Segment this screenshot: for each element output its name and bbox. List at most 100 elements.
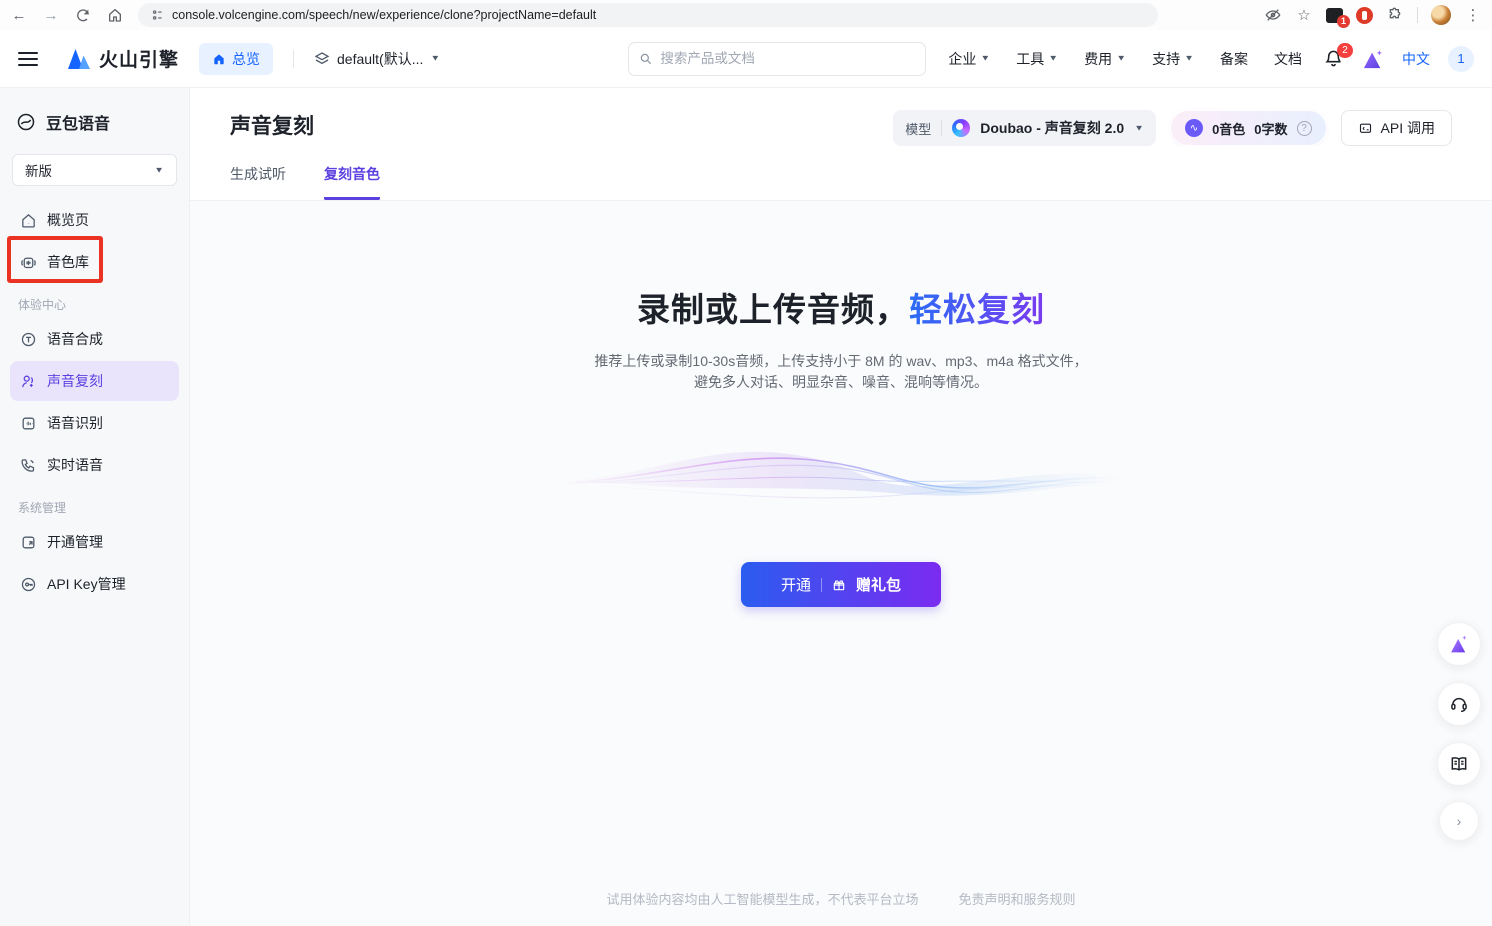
nav-link-record[interactable]: 备案: [1220, 49, 1248, 69]
bookmark-star-icon[interactable]: ☆: [1295, 6, 1313, 24]
page-title: 声音复刻: [230, 110, 314, 140]
api-call-button[interactable]: API 调用: [1341, 110, 1452, 146]
sidebar-item-voice-clone[interactable]: 声音复刻: [10, 361, 179, 401]
ai-assistant-icon[interactable]: [1362, 49, 1384, 69]
version-selector[interactable]: 新版 ▼: [12, 154, 177, 186]
model-label: 模型: [905, 119, 931, 138]
hero-title-accent: 轻松复刻: [909, 291, 1045, 328]
nav-link-billing[interactable]: 费用▼: [1084, 49, 1126, 69]
project-layers-icon: [314, 51, 330, 67]
overview-home-icon: [212, 52, 226, 66]
quota-chars: 0字数: [1254, 119, 1287, 138]
overview-button[interactable]: 总览: [199, 43, 273, 75]
notification-badge: 2: [1337, 43, 1353, 58]
model-divider: [941, 120, 942, 136]
floating-docs-button[interactable]: [1437, 742, 1481, 786]
model-value: Doubao - 声音复刻 2.0: [980, 118, 1124, 138]
address-bar[interactable]: console.volcengine.com/speech/new/experi…: [138, 3, 1158, 27]
main-area: 声音复刻 模型 Doubao - 声音复刻 2.0 ▼ ∿ 0音色 0字数 ?: [190, 88, 1492, 926]
sidebar-section-system: 系统管理: [18, 499, 189, 516]
open-book-icon: [1449, 754, 1469, 774]
sidebar-item-api-key[interactable]: API Key管理: [10, 564, 179, 604]
nav-link-support[interactable]: 支持▼: [1152, 49, 1194, 69]
doubao-voice-icon: [16, 112, 36, 132]
waveform-graphic: [561, 429, 1121, 524]
sidebar-item-voice-library[interactable]: 音色库: [10, 242, 179, 282]
headset-icon: [1449, 694, 1469, 714]
sidebar-item-tts[interactable]: 语音合成: [10, 319, 179, 359]
volcengine-logo[interactable]: 火山引擎: [66, 45, 179, 72]
nav-link-enterprise[interactable]: 企业▼: [948, 49, 990, 69]
page-header: 声音复刻 模型 Doubao - 声音复刻 2.0 ▼ ∿ 0音色 0字数 ?: [190, 88, 1492, 146]
back-icon[interactable]: ←: [10, 6, 28, 24]
toolbar-divider: [1417, 7, 1418, 23]
browser-profile-avatar[interactable]: [1431, 5, 1451, 25]
quota-wave-icon: ∿: [1185, 119, 1203, 137]
activate-button[interactable]: 开通 赠礼包: [741, 562, 941, 607]
footer-terms-link[interactable]: 免责声明和服务规则: [959, 892, 1076, 907]
search-box[interactable]: [628, 42, 926, 76]
chevron-down-icon: ▼: [1116, 54, 1126, 63]
chevron-down-icon: ▼: [1134, 124, 1144, 133]
ai-mountain-icon: [1449, 634, 1469, 654]
extension-badge: 1: [1337, 15, 1350, 28]
language-switch[interactable]: 中文: [1402, 49, 1430, 69]
logo-text: 火山引擎: [99, 45, 179, 72]
gift-icon: [832, 578, 846, 592]
project-selector[interactable]: default(默认... ▼: [314, 49, 440, 69]
footer-disclaimer: 试用体验内容均由人工智能模型生成，不代表平台立场: [606, 892, 918, 907]
sidebar-section-experience: 体验中心: [18, 296, 189, 313]
tab-generate-preview[interactable]: 生成试听: [230, 164, 286, 200]
reload-icon[interactable]: [74, 6, 92, 24]
console-topnav: 火山引擎 总览 default(默认... ▼ 企业▼ 工具▼ 费用▼ 支持▼ …: [0, 30, 1492, 88]
cta-open-label: 开通: [781, 574, 811, 595]
floating-support-button[interactable]: [1437, 682, 1481, 726]
extensions-puzzle-icon[interactable]: [1386, 6, 1404, 24]
eye-off-icon[interactable]: [1264, 6, 1282, 24]
project-name: default(默认...: [337, 49, 423, 69]
nav-link-docs[interactable]: 文档: [1274, 49, 1302, 69]
floating-collapse-button[interactable]: ›: [1439, 801, 1479, 841]
browser-menu-dots-icon[interactable]: ⋮: [1464, 6, 1482, 24]
home-icon[interactable]: [106, 6, 124, 24]
sidebar-product-title: 豆包语音: [0, 102, 189, 148]
sidebar-item-activation[interactable]: 开通管理: [10, 522, 179, 562]
browser-toolbar: ← → console.volcengine.com/speech/new/ex…: [0, 0, 1492, 30]
nav-link-tools[interactable]: 工具▼: [1016, 49, 1058, 69]
model-selector[interactable]: 模型 Doubao - 声音复刻 2.0 ▼: [893, 110, 1156, 146]
hero-description: 推荐上传或录制10-30s音频，上传支持小于 8M 的 wav、mp3、m4a …: [594, 351, 1087, 393]
floating-ai-assistant-button[interactable]: [1437, 622, 1481, 666]
chevron-down-icon: ▼: [430, 54, 440, 63]
api-chat-icon: [1358, 121, 1373, 136]
tab-clone-voice[interactable]: 复刻音色: [324, 164, 380, 200]
notification-bell-icon[interactable]: 2: [1324, 49, 1344, 69]
activation-icon: [20, 534, 37, 551]
asr-icon: [20, 415, 37, 432]
chevron-down-icon: ▼: [980, 54, 990, 63]
search-input[interactable]: [660, 51, 915, 66]
user-avatar[interactable]: 1: [1448, 46, 1474, 72]
chevron-down-icon: ▼: [1184, 54, 1194, 63]
cta-gift-label: 赠礼包: [856, 574, 901, 595]
voice-clone-icon: [20, 373, 37, 390]
hero-desc-line2: 避免多人对话、明显杂音、噪音、混响等情况。: [594, 372, 1087, 393]
hero-title: 录制或上传音频，轻松复刻: [637, 283, 1045, 331]
sidebar-item-overview[interactable]: 概览页: [10, 200, 179, 240]
footer: 试用体验内容均由人工智能模型生成，不代表平台立场 免责声明和服务规则: [190, 889, 1492, 908]
extension-dark-icon[interactable]: 1: [1326, 8, 1343, 23]
site-info-icon[interactable]: [150, 8, 164, 22]
hero-desc-line1: 推荐上传或录制10-30s音频，上传支持小于 8M 的 wav、mp3、m4a …: [594, 351, 1087, 372]
forward-icon[interactable]: →: [42, 6, 60, 24]
quota-pill: ∿ 0音色 0字数 ?: [1170, 110, 1326, 146]
sidebar-item-asr[interactable]: 语音识别: [10, 403, 179, 443]
home-outline-icon: [20, 212, 37, 229]
extension-blocker-icon[interactable]: [1356, 7, 1373, 24]
voice-library-icon: [20, 254, 37, 271]
sidebar-item-realtime[interactable]: 实时语音: [10, 445, 179, 485]
hamburger-menu-icon[interactable]: [18, 52, 38, 66]
chevron-down-icon: ▼: [154, 166, 164, 175]
question-circle-icon[interactable]: ?: [1297, 121, 1312, 136]
search-icon: [639, 52, 653, 66]
chevron-down-icon: ▼: [1048, 54, 1058, 63]
overview-label: 总览: [232, 49, 260, 69]
